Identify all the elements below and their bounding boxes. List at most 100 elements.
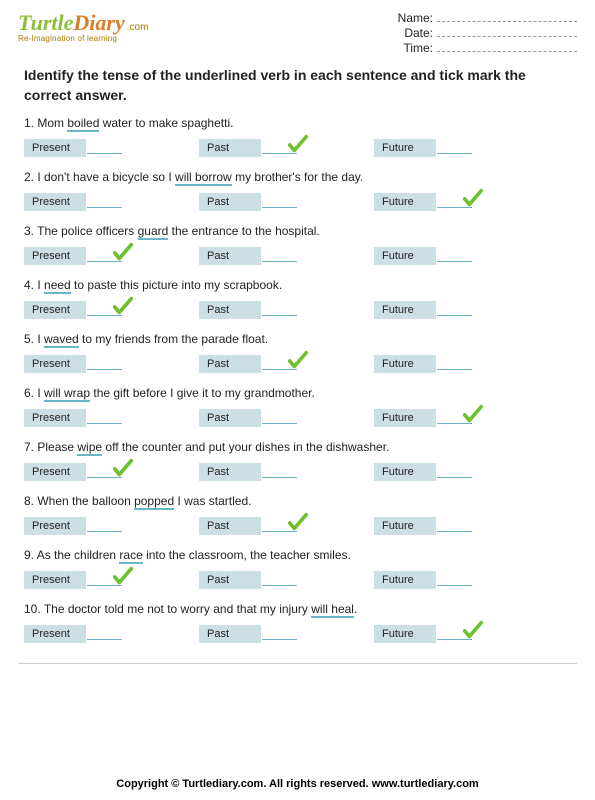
answer-present[interactable]: Present [24, 461, 199, 483]
answer-past[interactable]: Past [199, 191, 374, 213]
time-line[interactable] [437, 42, 577, 52]
question-text: 7. Please wipe off the counter and put y… [18, 437, 577, 457]
answers-row: PresentPastFuture [18, 511, 577, 537]
question-number: 2. [24, 170, 37, 184]
underlined-verb: waved [44, 332, 79, 348]
answers-row: Present Past Future [18, 403, 577, 429]
answer-future[interactable]: Future [374, 569, 571, 591]
answer-past[interactable]: Past [199, 245, 374, 267]
answer-future[interactable]: Future [374, 191, 571, 213]
answer-label: Future [374, 139, 436, 157]
tick-icon [283, 457, 313, 479]
question-pre: I don't have a bicycle so I [37, 170, 175, 184]
answer-past[interactable]: Past [199, 515, 374, 537]
date-line[interactable] [437, 27, 577, 37]
tick-icon [108, 565, 138, 587]
answer-label: Future [374, 625, 436, 643]
tick-icon [108, 295, 138, 317]
tick-icon [458, 187, 488, 209]
answer-past[interactable]: Past [199, 299, 374, 321]
name-line[interactable] [437, 12, 577, 22]
answer-past[interactable]: Past [199, 407, 374, 429]
underlined-verb: will borrow [175, 170, 232, 186]
tick-icon [283, 403, 313, 425]
answer-present[interactable]: Present [24, 515, 199, 537]
question-number: 8. [24, 494, 37, 508]
question-text: 4. I need to paste this picture into my … [18, 275, 577, 295]
info-block: Name: Date: Time: [398, 10, 577, 56]
tick-icon [108, 241, 138, 263]
question: 2. I don't have a bicycle so I will borr… [18, 167, 577, 213]
question-post: I was startled. [174, 494, 251, 508]
tick-icon [283, 565, 313, 587]
answer-label: Present [24, 409, 86, 427]
answer-label: Future [374, 247, 436, 265]
answer-future[interactable]: Future [374, 245, 571, 267]
answer-label: Present [24, 355, 86, 373]
question: 3. The police officers guard the entranc… [18, 221, 577, 267]
tick-icon [283, 241, 313, 263]
underlined-verb: will heal [311, 602, 354, 618]
answer-future[interactable]: Future [374, 461, 571, 483]
answer-label: Past [199, 463, 261, 481]
answer-present[interactable]: Present [24, 407, 199, 429]
answers-row: PresentPast Future [18, 457, 577, 483]
question: 10. The doctor told me not to worry and … [18, 599, 577, 645]
tick-icon [458, 457, 488, 479]
answer-present[interactable]: Present [24, 191, 199, 213]
answer-future[interactable]: Future [374, 353, 571, 375]
question-post: into the classroom, the teacher smiles. [143, 548, 351, 562]
question-text: 6. I will wrap the gift before I give it… [18, 383, 577, 403]
answer-label: Present [24, 571, 86, 589]
question-pre: When the balloon [37, 494, 134, 508]
answer-past[interactable]: Past [199, 569, 374, 591]
answers-row: PresentPastFuture [18, 187, 577, 213]
answer-future[interactable]: Future [374, 623, 571, 645]
tick-icon [458, 349, 488, 371]
underlined-verb: need [44, 278, 71, 294]
tick-icon [458, 295, 488, 317]
answer-present[interactable]: Present [24, 245, 199, 267]
header: Turtle Diary .com Re-Imagination of lear… [18, 10, 577, 56]
question: 9. As the children race into the classro… [18, 545, 577, 591]
answer-present[interactable]: Present [24, 137, 199, 159]
answer-label: Future [374, 409, 436, 427]
answer-future[interactable]: Future [374, 515, 571, 537]
answer-label: Present [24, 139, 86, 157]
answer-present[interactable]: Present [24, 353, 199, 375]
tick-icon [108, 619, 138, 641]
tick-icon [458, 403, 488, 425]
question-number: 6. [24, 386, 37, 400]
answer-present[interactable]: Present [24, 623, 199, 645]
answer-future[interactable]: Future [374, 137, 571, 159]
question-number: 10. [24, 602, 44, 616]
tick-icon [108, 187, 138, 209]
footer: Copyright © Turtlediary.com. All rights … [0, 778, 595, 790]
logo-word-1: Turtle [18, 10, 73, 36]
tick-icon [458, 565, 488, 587]
answer-past[interactable]: Past [199, 137, 374, 159]
question-text: 3. The police officers guard the entranc… [18, 221, 577, 241]
question-text: 9. As the children race into the classro… [18, 545, 577, 565]
underlined-verb: boiled [67, 116, 99, 132]
answer-future[interactable]: Future [374, 407, 571, 429]
answer-past[interactable]: Past [199, 353, 374, 375]
tick-icon [283, 511, 313, 533]
answer-future[interactable]: Future [374, 299, 571, 321]
answer-label: Future [374, 517, 436, 535]
logo-tagline: Re-Imagination of learning [18, 34, 117, 43]
underlined-verb: popped [134, 494, 174, 510]
tick-icon [108, 457, 138, 479]
answer-present[interactable]: Present [24, 569, 199, 591]
question: 8. When the balloon popped I was startle… [18, 491, 577, 537]
question-number: 7. [24, 440, 37, 454]
logo-domain: .com [127, 22, 149, 33]
question-number: 5. [24, 332, 37, 346]
answer-present[interactable]: Present [24, 299, 199, 321]
answer-label: Future [374, 463, 436, 481]
answer-past[interactable]: Past [199, 623, 374, 645]
question-post: off the counter and put your dishes in t… [102, 440, 389, 454]
tick-icon [108, 511, 138, 533]
answer-label: Past [199, 409, 261, 427]
answer-past[interactable]: Past [199, 461, 374, 483]
